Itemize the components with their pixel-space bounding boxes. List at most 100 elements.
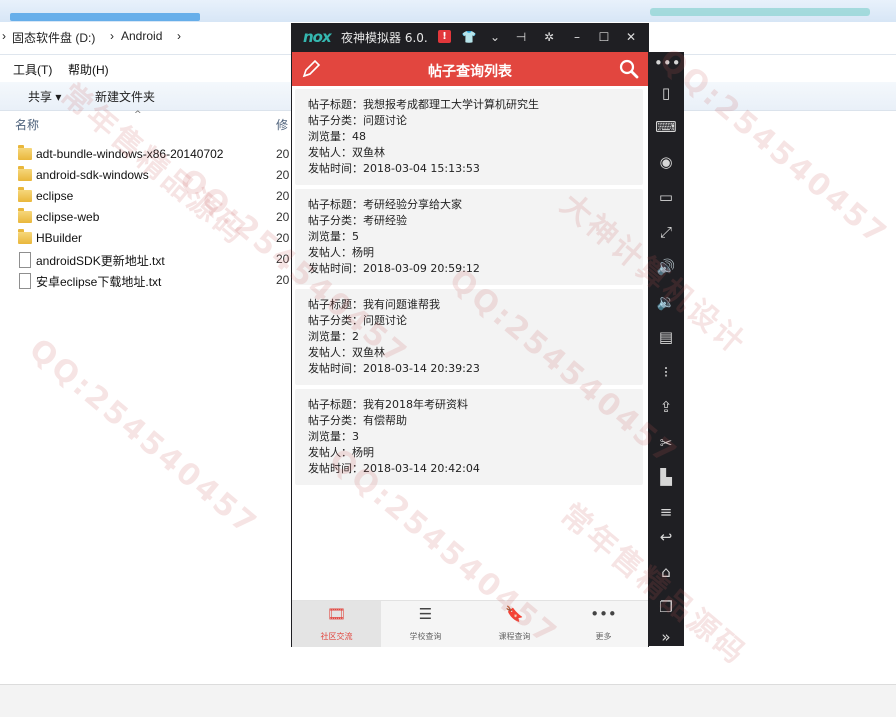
tab-label: 课程查询 bbox=[498, 632, 531, 641]
app-header: 帖子查询列表 bbox=[292, 52, 648, 86]
post-views: 浏览量：2 bbox=[308, 330, 359, 343]
school-icon: ☰ bbox=[418, 605, 433, 623]
file-row[interactable]: adt-bundle-windows-x86-20140702 20 bbox=[14, 145, 294, 165]
file-name: adt-bundle-windows-x86-20140702 bbox=[36, 147, 224, 161]
chevron-down-icon[interactable]: ⌄ bbox=[486, 28, 504, 46]
breadcrumb-android[interactable]: Android bbox=[121, 29, 162, 43]
file-row[interactable]: HBuilder 20 bbox=[14, 229, 294, 249]
text-file-icon bbox=[19, 252, 31, 268]
menu-icon[interactable]: ≡ bbox=[654, 501, 678, 523]
breadcrumb-arrow: › bbox=[2, 29, 6, 43]
post-title: 帖子标题：我有问题谁帮我 bbox=[308, 298, 440, 311]
post-card[interactable]: 帖子标题：我有问题谁帮我 帖子分类：问题讨论 浏览量：2 发帖人：双鱼林 发帖时… bbox=[295, 289, 643, 385]
tab-more[interactable]: ••• 更多 bbox=[559, 601, 648, 647]
post-views: 浏览量：5 bbox=[308, 230, 359, 243]
folder-icon bbox=[18, 166, 32, 181]
breadcrumb-arrow: › bbox=[110, 29, 114, 43]
file-name: 安卓eclipse下载地址.txt bbox=[36, 275, 162, 289]
file-name: eclipse-web bbox=[36, 210, 100, 224]
post-author: 发帖人：双鱼林 bbox=[308, 146, 385, 159]
tab-label: 学校查询 bbox=[409, 632, 442, 641]
post-time: 发帖时间：2018-03-09 20:59:12 bbox=[308, 262, 480, 275]
back-icon[interactable]: ↩ bbox=[654, 526, 678, 548]
file-date: 20 bbox=[276, 168, 290, 182]
file-date: 20 bbox=[276, 252, 290, 266]
share-button[interactable]: 共享 ▾ bbox=[28, 88, 61, 105]
tab-school[interactable]: ☰ 学校查询 bbox=[381, 601, 470, 647]
emulator-title: 夜神模拟器 6.0. bbox=[341, 31, 428, 45]
sort-ascending-icon: ^ bbox=[134, 110, 142, 120]
file-row[interactable]: eclipse-web 20 bbox=[14, 208, 294, 228]
post-card[interactable]: 帖子标题：我想报考成都理工大学计算机研究生 帖子分类：问题讨论 浏览量：48 发… bbox=[295, 89, 643, 185]
emulator-titlebar[interactable]: nox 夜神模拟器 6.0. ! 👕 ⌄ ⊣ ✲ – ☐ ✕ bbox=[291, 23, 649, 52]
menu-help[interactable]: 帮助(H) bbox=[68, 61, 109, 78]
post-category: 帖子分类：考研经验 bbox=[308, 214, 407, 227]
home-icon[interactable]: ⌂ bbox=[654, 561, 678, 583]
pin-icon[interactable]: ⊣ bbox=[512, 28, 530, 46]
close-icon[interactable]: ✕ bbox=[622, 28, 640, 46]
fullscreen-icon[interactable]: ⤢ bbox=[654, 221, 678, 243]
watermark-text: QQ:254540457 bbox=[22, 331, 265, 544]
file-date: 20 bbox=[276, 273, 290, 287]
screen-icon[interactable]: ▭ bbox=[654, 186, 678, 208]
apk-install-icon[interactable]: ▤ bbox=[654, 326, 678, 348]
bottom-tab-bar: 🎞 社区交流 ☰ 学校查询 🔖 课程查询 ••• 更多 bbox=[292, 600, 648, 647]
minimize-icon[interactable]: – bbox=[568, 28, 586, 46]
keyboard-icon[interactable]: ⌨ bbox=[654, 116, 678, 138]
location-icon[interactable]: ◉ bbox=[654, 151, 678, 173]
macro-icon[interactable]: ⁝ bbox=[654, 361, 678, 383]
blurred-progress-bar bbox=[650, 8, 870, 16]
menu-tools[interactable]: 工具(T) bbox=[13, 61, 52, 78]
recent-icon[interactable]: ❐ bbox=[654, 596, 678, 618]
tab-community[interactable]: 🎞 社区交流 bbox=[292, 601, 381, 647]
expand-icon[interactable]: » bbox=[654, 626, 678, 648]
more-dots-icon: ••• bbox=[590, 605, 617, 623]
text-file-icon bbox=[19, 273, 31, 289]
alert-badge[interactable]: ! bbox=[438, 30, 451, 43]
breadcrumb-arrow: › bbox=[177, 29, 181, 43]
multi-instance-icon[interactable]: ▙ bbox=[654, 466, 678, 488]
file-name: androidSDK更新地址.txt bbox=[36, 254, 165, 268]
tab-label: 更多 bbox=[595, 632, 612, 641]
explorer-status-bar bbox=[0, 684, 896, 717]
shake-icon[interactable]: ▯ bbox=[654, 82, 678, 104]
maximize-icon[interactable]: ☐ bbox=[595, 28, 613, 46]
file-row[interactable]: androidSDK更新地址.txt 20 bbox=[14, 250, 294, 270]
tab-course[interactable]: 🔖 课程查询 bbox=[470, 601, 559, 647]
bookmark-icon: 🔖 bbox=[505, 605, 524, 623]
more-icon[interactable]: ••• bbox=[654, 52, 681, 74]
page-title: 帖子查询列表 bbox=[428, 64, 512, 80]
file-row[interactable]: 安卓eclipse下载地址.txt 20 bbox=[14, 271, 294, 291]
post-card[interactable]: 帖子标题：考研经验分享给大家 帖子分类：考研经验 浏览量：5 发帖人：杨明 发帖… bbox=[295, 189, 643, 285]
post-category: 帖子分类：问题讨论 bbox=[308, 314, 407, 327]
emulator-sidebar: ••• ▯ ⌨ ◉ ▭ ⤢ 🔊 🔉 ▤ ⁝ ⇪ ✂ ▙ ≡ ↩ ⌂ ❐ » bbox=[648, 52, 684, 646]
import-icon[interactable]: ⇪ bbox=[654, 396, 678, 418]
post-time: 发帖时间：2018-03-14 20:42:04 bbox=[308, 462, 480, 475]
post-author: 发帖人：杨明 bbox=[308, 446, 374, 459]
file-row[interactable]: eclipse 20 bbox=[14, 187, 294, 207]
post-author: 发帖人：双鱼林 bbox=[308, 346, 385, 359]
column-header-modified[interactable]: 修 bbox=[276, 116, 288, 133]
shirt-icon[interactable]: 👕 bbox=[460, 28, 478, 46]
post-title: 帖子标题：我有2018年考研资料 bbox=[308, 398, 468, 411]
post-views: 浏览量：48 bbox=[308, 130, 366, 143]
folder-icon bbox=[18, 187, 32, 202]
volume-down-icon[interactable]: 🔉 bbox=[654, 291, 678, 313]
gear-icon[interactable]: ✲ bbox=[540, 28, 558, 46]
breadcrumb-drive[interactable]: 固态软件盘 (D:) bbox=[12, 29, 95, 46]
folder-icon bbox=[18, 145, 32, 160]
volume-up-icon[interactable]: 🔊 bbox=[654, 256, 678, 278]
film-icon: 🎞 bbox=[326, 605, 347, 623]
post-title: 帖子标题：考研经验分享给大家 bbox=[308, 198, 462, 211]
column-header-name[interactable]: 名称 bbox=[15, 116, 39, 133]
scissors-icon[interactable]: ✂ bbox=[654, 432, 678, 454]
post-author: 发帖人：杨明 bbox=[308, 246, 374, 259]
file-row[interactable]: android-sdk-windows 20 bbox=[14, 166, 294, 186]
post-time: 发帖时间：2018-03-04 15:13:53 bbox=[308, 162, 480, 175]
file-name: eclipse bbox=[36, 189, 74, 203]
folder-icon bbox=[18, 229, 32, 244]
new-folder-button[interactable]: 新建文件夹 bbox=[95, 88, 155, 105]
search-icon[interactable] bbox=[618, 58, 640, 80]
post-list: 帖子标题：我想报考成都理工大学计算机研究生 帖子分类：问题讨论 浏览量：48 发… bbox=[292, 86, 648, 600]
post-card[interactable]: 帖子标题：我有2018年考研资料 帖子分类：有偿帮助 浏览量：3 发帖人：杨明 … bbox=[295, 389, 643, 485]
